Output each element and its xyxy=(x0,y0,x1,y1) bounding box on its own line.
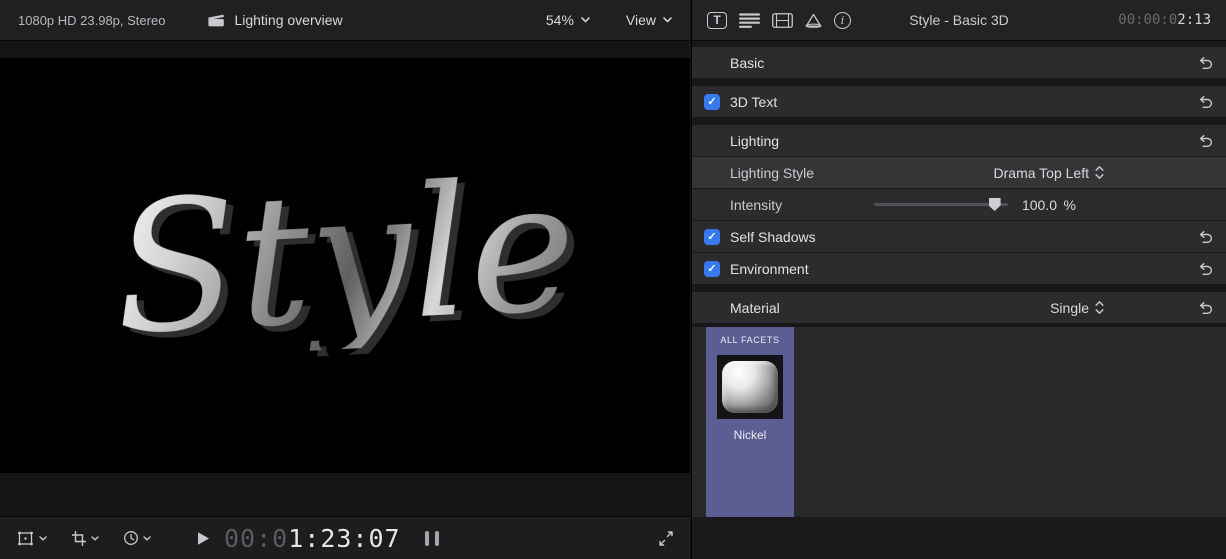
material-swatch-nickel[interactable]: ALL FACETS Nickel xyxy=(706,327,794,517)
play-button[interactable] xyxy=(197,531,210,546)
row-lighting-style[interactable]: Lighting Style Drama Top Left xyxy=(692,157,1226,188)
row-basic[interactable]: Basic xyxy=(692,47,1226,78)
timecode-bright: 1:23:07 xyxy=(288,524,400,553)
chevron-down-icon xyxy=(581,17,590,23)
reset-button[interactable] xyxy=(1198,95,1213,108)
reset-button[interactable] xyxy=(1198,56,1213,69)
tab-info-inspector[interactable]: i xyxy=(834,12,851,29)
material-well: ALL FACETS Nickel xyxy=(692,327,1226,517)
facets-label: ALL FACETS xyxy=(720,335,779,345)
material-name: Nickel xyxy=(734,428,767,442)
inspector-timecode-dim: 00:00:0 xyxy=(1118,12,1177,28)
3d-text-checkbox[interactable]: ✓ xyxy=(704,94,720,110)
basic-label: Basic xyxy=(730,55,764,71)
format-label: 1080p HD 23.98p, Stereo xyxy=(18,13,165,28)
info-icon: i xyxy=(834,12,851,29)
viewer-toolbar: 1080p HD 23.98p, Stereo Lighting overvie… xyxy=(0,0,690,41)
reset-arrow-icon xyxy=(1198,56,1213,69)
clapperboard-icon xyxy=(207,13,225,27)
lighting-style-popup[interactable]: Drama Top Left xyxy=(994,165,1104,181)
project-title: Lighting overview xyxy=(234,12,342,28)
material-value: Single xyxy=(1050,300,1089,316)
intensity-label: Intensity xyxy=(730,197,782,213)
chevron-down-icon xyxy=(143,536,151,541)
audio-meters-icon[interactable] xyxy=(425,531,439,546)
boxed-t-icon: T xyxy=(707,12,727,29)
canvas-3d-text: Style xyxy=(110,156,580,360)
transform-icon xyxy=(16,531,35,546)
intensity-slider[interactable] xyxy=(874,203,1008,206)
view-dropdown[interactable]: View xyxy=(626,12,672,28)
reset-button[interactable] xyxy=(1198,134,1213,147)
expand-arrows-icon xyxy=(658,531,674,546)
updown-chevrons-icon xyxy=(1095,300,1104,315)
cone-icon xyxy=(805,13,822,28)
zoom-value: 54% xyxy=(546,12,574,28)
lighting-label: Lighting xyxy=(730,133,779,149)
tab-generator-inspector[interactable] xyxy=(805,13,822,28)
self-shadows-label: Self Shadows xyxy=(730,229,816,245)
row-lighting[interactable]: Lighting xyxy=(692,125,1226,156)
updown-chevrons-icon xyxy=(1095,165,1104,180)
text-lines-icon xyxy=(739,13,760,28)
row-intensity[interactable]: Intensity 100.0 % xyxy=(692,189,1226,220)
timecode-dim: 00:0 xyxy=(224,524,288,553)
clock-icon xyxy=(123,530,139,546)
intensity-unit: % xyxy=(1064,197,1076,213)
inspector-title: Style - Basic 3D xyxy=(909,12,1009,28)
reset-arrow-icon xyxy=(1198,262,1213,275)
transport-bar: 00:01:23:07 xyxy=(0,516,690,559)
material-popup[interactable]: Single xyxy=(1050,300,1104,316)
video-canvas[interactable]: Style xyxy=(0,58,690,473)
chevron-down-icon xyxy=(663,17,672,23)
lighting-style-label: Lighting Style xyxy=(730,165,814,181)
lighting-style-value: Drama Top Left xyxy=(994,165,1089,181)
inspector-tabs: T i xyxy=(707,12,851,29)
tab-video-inspector[interactable] xyxy=(772,13,793,28)
nickel-cube-preview xyxy=(722,361,778,413)
row-3d-text[interactable]: ✓ 3D Text xyxy=(692,86,1226,117)
reset-button[interactable] xyxy=(1198,230,1213,243)
reset-button[interactable] xyxy=(1198,262,1213,275)
project-title-group: Lighting overview xyxy=(207,12,342,28)
row-environment[interactable]: ✓ Environment xyxy=(692,253,1226,284)
inspector-timecode: 00:00:02:13 xyxy=(1118,12,1211,28)
crop-icon xyxy=(71,531,87,546)
inspector-timecode-bright: 2:13 xyxy=(1177,12,1211,28)
chevron-down-icon xyxy=(91,536,99,541)
viewer-canvas-area: Style xyxy=(0,41,690,516)
row-material[interactable]: Material Single xyxy=(692,292,1226,323)
inspector-footer xyxy=(692,517,1226,559)
reset-arrow-icon xyxy=(1198,301,1213,314)
intensity-slider-thumb[interactable] xyxy=(989,198,1001,211)
environment-label: Environment xyxy=(730,261,809,277)
intensity-value[interactable]: 100.0 xyxy=(1022,197,1057,213)
view-label: View xyxy=(626,12,656,28)
app-window: 1080p HD 23.98p, Stereo Lighting overvie… xyxy=(0,0,1226,559)
zoom-dropdown[interactable]: 54% xyxy=(546,12,590,28)
crop-dropdown[interactable] xyxy=(71,531,99,546)
reset-arrow-icon xyxy=(1198,230,1213,243)
transform-dropdown[interactable] xyxy=(16,531,47,546)
viewer-pane: 1080p HD 23.98p, Stereo Lighting overvie… xyxy=(0,0,690,559)
tab-text-inspector[interactable]: T xyxy=(707,12,727,29)
retime-dropdown[interactable] xyxy=(123,530,151,546)
3d-text-label: 3D Text xyxy=(730,94,777,110)
material-thumbnail xyxy=(717,355,783,419)
play-icon xyxy=(197,531,210,546)
playhead-timecode[interactable]: 00:01:23:07 xyxy=(224,524,401,553)
inspector-pane: T i xyxy=(691,0,1226,559)
reset-button[interactable] xyxy=(1198,301,1213,314)
material-label: Material xyxy=(730,300,780,316)
expand-button[interactable] xyxy=(658,531,674,546)
environment-checkbox[interactable]: ✓ xyxy=(704,261,720,277)
tab-text-format[interactable] xyxy=(739,13,760,28)
chevron-down-icon xyxy=(39,536,47,541)
inspector-toolbar: T i xyxy=(692,0,1226,41)
filmstrip-icon xyxy=(772,13,793,28)
row-self-shadows[interactable]: ✓ Self Shadows xyxy=(692,221,1226,252)
reset-arrow-icon xyxy=(1198,95,1213,108)
reset-arrow-icon xyxy=(1198,134,1213,147)
self-shadows-checkbox[interactable]: ✓ xyxy=(704,229,720,245)
